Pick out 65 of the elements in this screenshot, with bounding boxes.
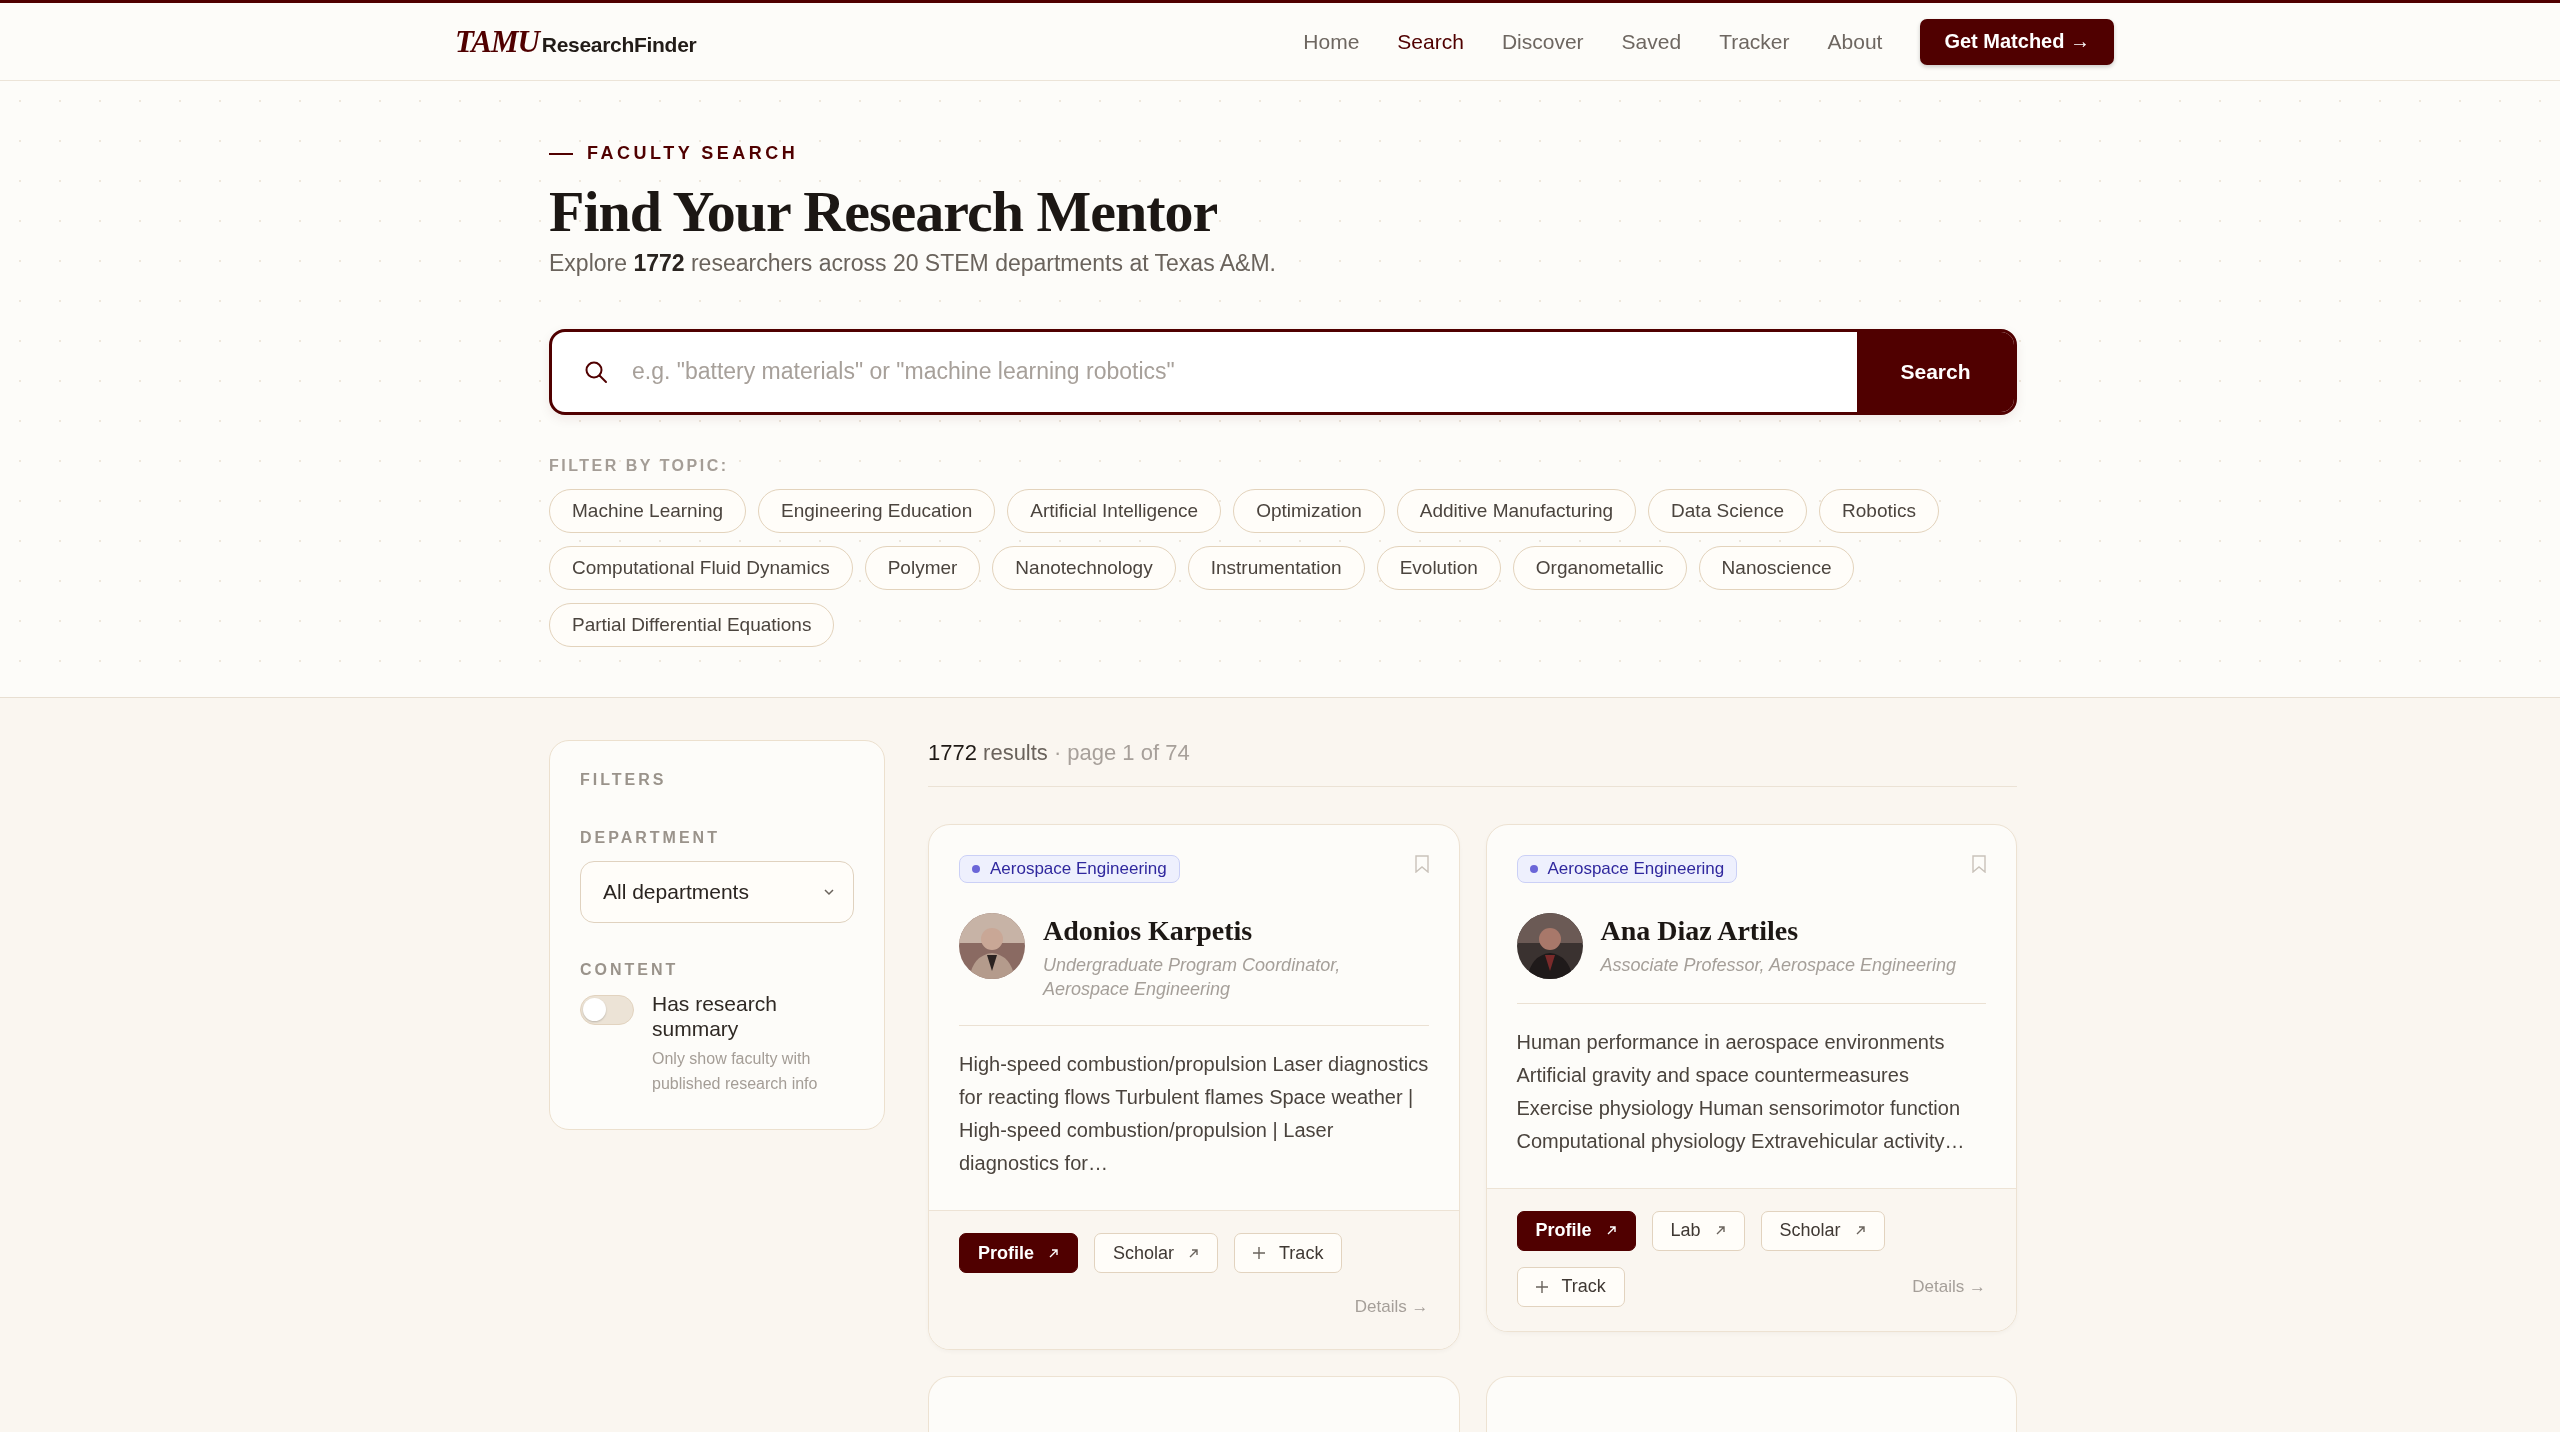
department-select[interactable]: All departments	[580, 860, 854, 923]
topic-chip[interactable]: Nanoscience	[1698, 545, 1855, 590]
external-link-icon	[1605, 1225, 1617, 1237]
topic-chip[interactable]: Additive Manufacturing	[1396, 488, 1637, 533]
topic-chip[interactable]: Nanotechnology	[992, 545, 1176, 590]
link-button[interactable]: Scholar	[1760, 1210, 1885, 1251]
nav-link[interactable]: Tracker	[1719, 29, 1790, 54]
bookmark-icon[interactable]	[1972, 854, 1986, 873]
search-field[interactable]: e.g. "battery materials" or "machine learning robotics" Search	[549, 328, 2017, 415]
logo-mark[interactable]: TAMU	[455, 23, 539, 60]
topic-chip[interactable]: Partial Differential Equations	[549, 602, 835, 647]
topic-chip[interactable]: Instrumentation	[1187, 545, 1365, 590]
department-tag: Aerospace Engineering	[1516, 854, 1738, 883]
toggle-hint: Only show faculty with published research info	[652, 1049, 819, 1094]
topic-chip[interactable]: Organometallic	[1512, 545, 1687, 590]
section-eyebrow: FACULTY SEARCH	[587, 143, 799, 164]
toggle-label: Has research summary	[652, 990, 778, 1042]
external-link-icon	[1854, 1225, 1866, 1237]
page-subtitle: Explore 1772 researchers across 20 STEM departments at Texas A&M.	[549, 249, 1277, 277]
filter-label: FILTER BY TOPIC:	[549, 456, 730, 475]
topic-chip[interactable]: Robotics	[1819, 488, 1939, 533]
department-tag: Aerospace Engineering	[959, 854, 1180, 883]
topic-chip[interactable]: Engineering Education	[758, 488, 996, 533]
track-button[interactable]: Track	[1516, 1266, 1625, 1307]
get-matched-button[interactable]: Get Matched →	[1920, 18, 2114, 65]
page-indicator: · page 1 of 74	[1053, 739, 1190, 766]
nav-link[interactable]: Search	[1397, 29, 1464, 54]
chevron-down-icon	[823, 887, 835, 896]
toggle-switch[interactable]	[580, 994, 634, 1025]
field-label: CONTENT	[580, 960, 680, 979]
external-link-icon	[1048, 1247, 1059, 1259]
nav-link[interactable]: Home	[1303, 29, 1360, 54]
results-count: 1772 results	[928, 739, 1048, 766]
faculty-title: Undergraduate Program Coordinator, Aerospace Engineering	[1043, 953, 1342, 1002]
profile-button[interactable]: Profile	[959, 1233, 1078, 1274]
page-title: Find Your Research Mentor	[549, 180, 1219, 244]
link-button[interactable]: Lab	[1651, 1210, 1745, 1251]
topic-chip[interactable]: Data Science	[1648, 488, 1808, 533]
bookmark-icon[interactable]	[1414, 854, 1429, 873]
nav-link[interactable]: Discover	[1501, 29, 1584, 54]
faculty-name: Adonios Karpetis	[1043, 914, 1254, 947]
logo-text[interactable]: ResearchFinder	[541, 32, 697, 57]
search-icon	[584, 359, 608, 384]
topic-chip[interactable]: Artificial Intelligence	[1007, 488, 1222, 533]
panel-heading: FILTERS	[580, 770, 668, 789]
track-button[interactable]: Track	[1234, 1233, 1343, 1274]
topic-chip[interactable]: Optimization	[1233, 488, 1385, 533]
nav-link[interactable]: About	[1827, 29, 1883, 54]
faculty-name: Ana Diaz Artiles	[1600, 914, 1800, 947]
research-summary: High-speed combustion/propulsion Laser diagnostics for reacting flows Turbulent flames Space weather | High-speed combustion/propulsion | Laser diagnostics for…	[959, 1052, 1429, 1177]
plus-icon	[1253, 1247, 1266, 1260]
search-button[interactable]: Search	[1857, 331, 2014, 412]
topic-chip[interactable]: Machine Learning	[549, 488, 747, 533]
research-summary: Human performance in aerospace environments Artificial gravity and space countermeasures Exercise physiology Human sensorimotor function Computational physiology Extravehicular activity…	[1516, 1029, 1966, 1154]
link-button[interactable]: Scholar	[1094, 1233, 1219, 1274]
topic-chip[interactable]: Evolution	[1376, 545, 1501, 590]
faculty-title: Associate Professor, Aerospace Engineering	[1600, 953, 1957, 977]
topic-chip[interactable]: Polymer	[864, 545, 981, 590]
field-label: DEPARTMENT	[580, 828, 721, 847]
external-link-icon	[1714, 1225, 1726, 1237]
topic-chip[interactable]: Computational Fluid Dynamics	[549, 545, 853, 590]
nav-link[interactable]: Saved	[1621, 29, 1682, 54]
external-link-icon	[1188, 1247, 1200, 1259]
plus-icon	[1535, 1280, 1548, 1293]
profile-button[interactable]: Profile	[1516, 1210, 1636, 1251]
